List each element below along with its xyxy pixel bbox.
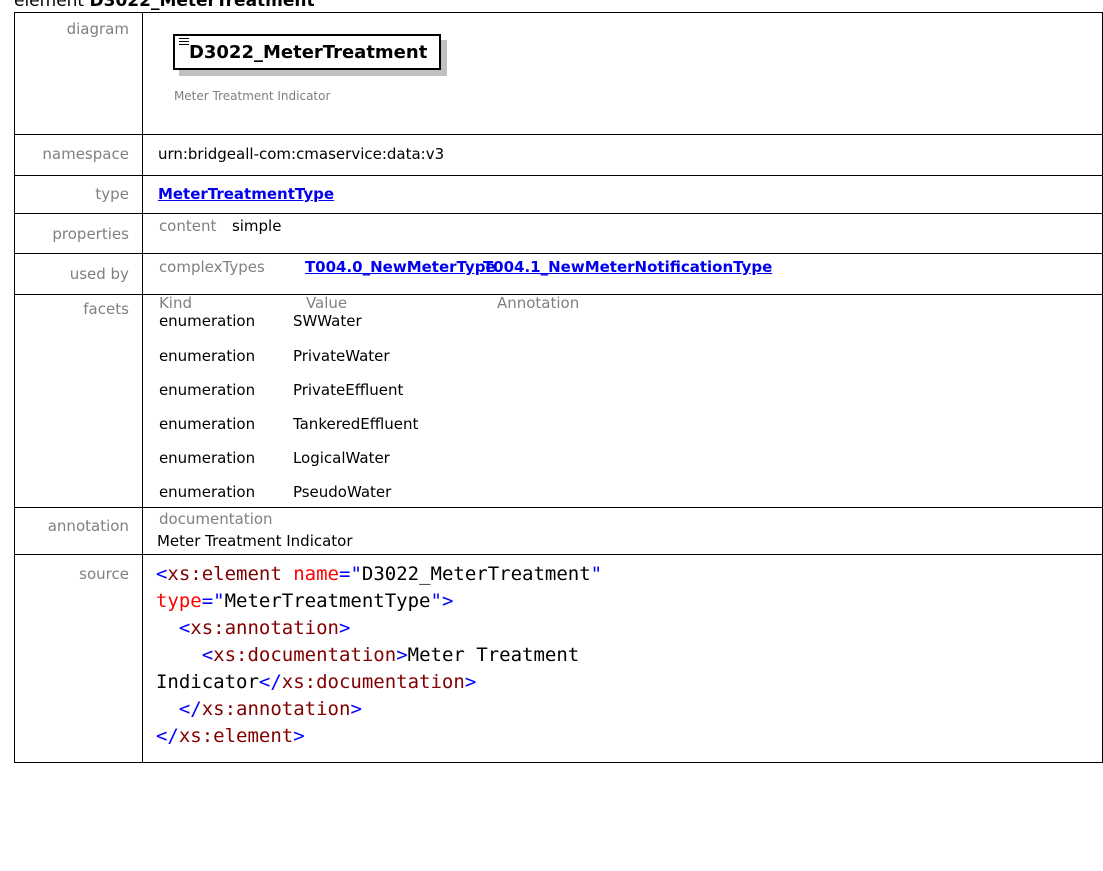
used-by-link-new-meter-notification-type[interactable]: T004.1_NewMeterNotificationType <box>483 258 772 276</box>
row-namespace: namespace urn:bridgeall-com:cmaservice:d… <box>14 134 1103 176</box>
label-diagram: diagram <box>14 12 143 135</box>
facet-row-kind: enumeration <box>158 381 256 399</box>
facets-table: Kind Value Annotation enumeration SWWate… <box>141 294 1103 508</box>
row-source: source <xs:element name="D3022_MeterTrea… <box>14 554 1103 763</box>
diagram-element-box[interactable]: D3022_MeterTreatment <box>172 34 441 70</box>
label-facets: facets <box>14 294 143 508</box>
used-by-link-new-meter-type[interactable]: T004.0_NewMeterType <box>305 258 496 276</box>
source-code: <xs:element name="D3022_MeterTreatment" … <box>141 554 1103 763</box>
facet-row-kind: enumeration <box>158 347 256 365</box>
type-link[interactable]: MeterTreatmentType <box>158 185 334 203</box>
used-by-key: complexTypes <box>158 258 265 276</box>
properties-key: content <box>158 217 217 235</box>
heading-prefix: element <box>14 0 85 11</box>
facet-row-kind: enumeration <box>158 449 256 467</box>
facets-header-value: Value <box>305 294 348 312</box>
annotation-key: documentation <box>158 510 273 528</box>
facet-row-value: SWWater <box>292 312 362 330</box>
diagram-cell: D3022_MeterTreatment Meter Treatment Ind… <box>141 12 1103 135</box>
facet-row-kind: enumeration <box>158 312 256 330</box>
facets-header-annotation: Annotation <box>496 294 580 312</box>
facet-row-kind: enumeration <box>158 483 256 501</box>
heading-element-name: D3022_MeterTreatment <box>89 0 315 11</box>
facet-row-value: TankeredEffluent <box>292 415 419 433</box>
element-doc-table: diagram D3022_MeterTreatment Meter Treat… <box>14 12 1103 763</box>
row-used-by: used by complexTypes T004.0_NewMeterType… <box>14 253 1103 295</box>
annotation-documentation: Meter Treatment Indicator <box>156 532 353 550</box>
row-facets: facets Kind Value Annotation enumeration… <box>14 294 1103 508</box>
facet-row-value: PseudoWater <box>292 483 392 501</box>
row-properties: properties content simple <box>14 213 1103 254</box>
label-used-by: used by <box>14 253 143 295</box>
row-annotation: annotation documentation Meter Treatment… <box>14 507 1103 555</box>
element-heading: element D3022_MeterTreatment <box>14 0 315 11</box>
facet-row-value: PrivateWater <box>292 347 390 365</box>
namespace-value: urn:bridgeall-com:cmaservice:data:v3 <box>141 134 1103 176</box>
label-source: source <box>14 554 143 763</box>
facet-row-kind: enumeration <box>158 415 256 433</box>
label-type: type <box>14 175 143 214</box>
facet-row-value: LogicalWater <box>292 449 390 467</box>
diagram-element-name: D3022_MeterTreatment <box>188 42 428 63</box>
facets-header-kind: Kind <box>158 294 192 312</box>
diagram-caption: Meter Treatment Indicator <box>173 89 331 103</box>
label-annotation: annotation <box>14 507 143 555</box>
content-model-icon <box>178 38 189 47</box>
facet-row-value: PrivateEffluent <box>292 381 404 399</box>
label-properties: properties <box>14 213 143 254</box>
label-namespace: namespace <box>14 134 143 176</box>
properties-value: simple <box>231 217 282 235</box>
row-diagram: diagram D3022_MeterTreatment Meter Treat… <box>14 12 1103 135</box>
row-type: type MeterTreatmentType <box>14 175 1103 214</box>
